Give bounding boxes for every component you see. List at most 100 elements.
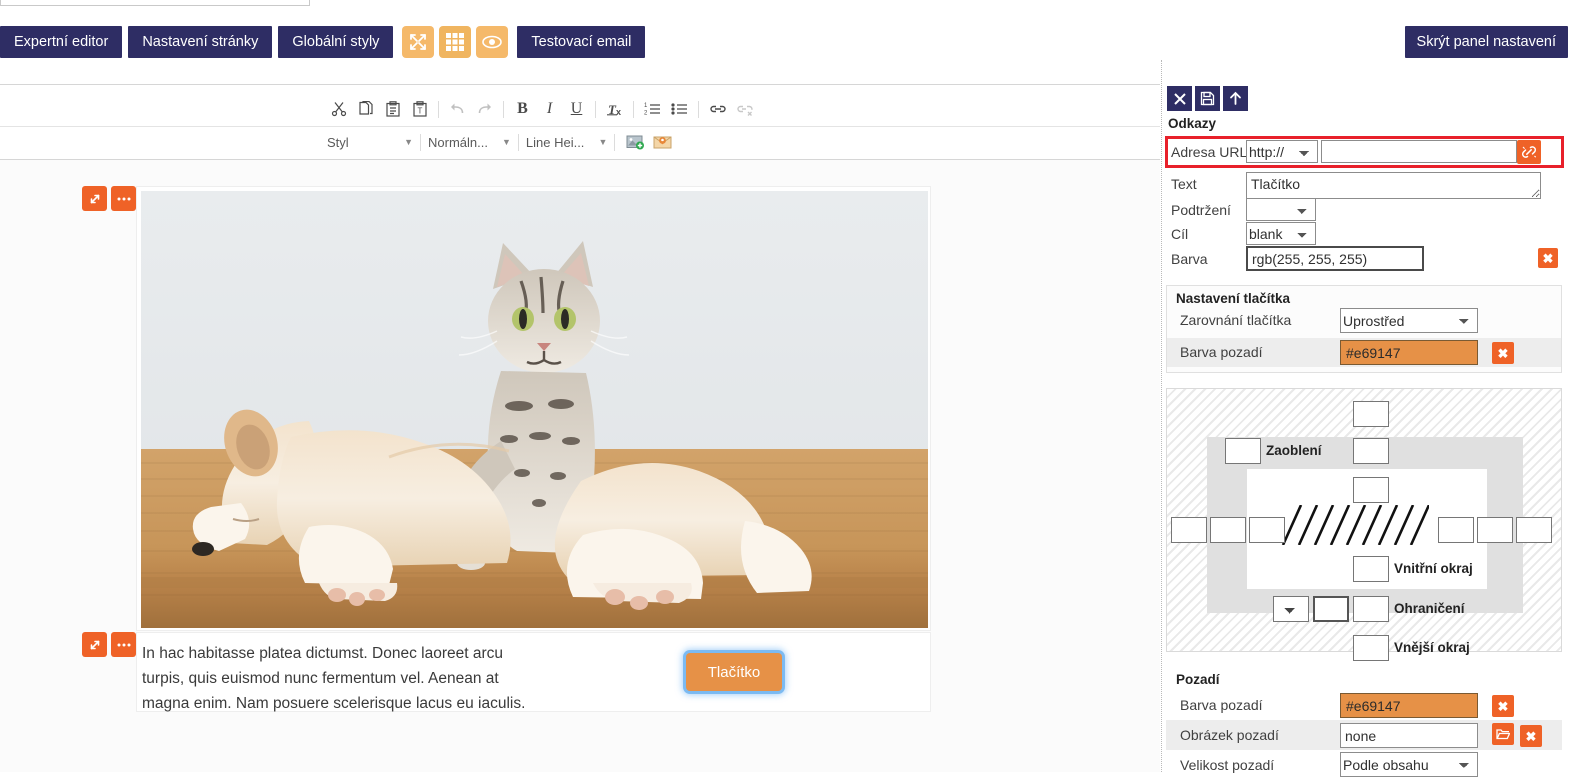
outer-margin-bottom-input[interactable] xyxy=(1353,635,1389,661)
unlink-icon[interactable] xyxy=(731,96,758,123)
italic-icon[interactable]: I xyxy=(536,96,563,123)
move-icon[interactable] xyxy=(82,632,107,657)
close-icon[interactable] xyxy=(1167,86,1192,111)
bg-color-input[interactable] xyxy=(1340,693,1478,718)
button-bg-color-input[interactable] xyxy=(1340,340,1478,365)
bulleted-list-icon[interactable] xyxy=(666,96,693,123)
header-divider xyxy=(0,84,1160,85)
expert-editor-button[interactable]: Expertní editor xyxy=(0,26,123,58)
bg-image-input[interactable] xyxy=(1340,723,1478,748)
underline-select[interactable] xyxy=(1246,198,1316,221)
toolbar-separator xyxy=(633,100,634,118)
target-label: Cíl xyxy=(1171,226,1189,242)
cut-icon[interactable] xyxy=(325,96,352,123)
url-protocol-select[interactable]: http:// xyxy=(1246,140,1318,163)
image-block-handles xyxy=(82,186,136,211)
main-toolbar: Expertní editor Nastavení stránky Globál… xyxy=(0,26,646,58)
editor-toolbar-row-2: Styl ▼ Normáln... ▼ Line Hei... ▼ xyxy=(325,128,676,156)
link-color-input[interactable] xyxy=(1246,246,1424,271)
box-model-content-hatch xyxy=(1281,505,1429,545)
link-text-textarea[interactable]: Tlačítko xyxy=(1246,172,1541,199)
bg-image-label: Obrázek pozadí xyxy=(1180,727,1279,743)
paste-text-icon[interactable]: T xyxy=(406,96,433,123)
editor-toolbar-row-1: T B I U T x 1 2 xyxy=(325,94,758,124)
fullscreen-icon[interactable] xyxy=(402,26,435,58)
rounding-label: Zaoblení xyxy=(1266,443,1322,458)
svg-text:x: x xyxy=(616,107,621,117)
bg-color-label: Barva pozadí xyxy=(1180,697,1263,713)
clear-link-color-button[interactable]: ✖ xyxy=(1538,248,1558,268)
border-width-input[interactable] xyxy=(1353,596,1389,622)
line-height-select[interactable]: Line Hei... ▼ xyxy=(524,130,609,154)
text-label: Text xyxy=(1171,176,1197,192)
kitten-puppy-photo xyxy=(141,191,928,628)
bg-size-select[interactable]: Podle obsahu xyxy=(1340,752,1478,777)
button-bg-label: Barva pozadí xyxy=(1180,344,1263,360)
insert-template-icon[interactable] xyxy=(649,129,676,156)
toolbar-separator xyxy=(438,100,439,118)
text-block-handles xyxy=(82,632,136,657)
inner-margin-bottom-input[interactable] xyxy=(1353,556,1389,582)
paste-icon[interactable] xyxy=(379,96,406,123)
folder-open-icon[interactable] xyxy=(1492,723,1514,745)
move-icon[interactable] xyxy=(82,186,107,211)
settings-panel: Odkazy Adresa URL http:// Text Tlačítko … xyxy=(1161,60,1573,777)
toolbar-separator xyxy=(595,100,596,118)
link-browse-icon[interactable] xyxy=(1517,140,1541,164)
photo-illustration xyxy=(141,191,928,628)
grid-icon[interactable] xyxy=(439,26,472,58)
more-options-icon[interactable] xyxy=(111,186,136,211)
border-right-input[interactable] xyxy=(1477,517,1513,543)
test-email-button[interactable]: Testovací email xyxy=(517,26,646,58)
target-select[interactable]: blank xyxy=(1246,222,1316,245)
border-style-select[interactable] xyxy=(1273,596,1309,622)
page-settings-button[interactable]: Nastavení stránky xyxy=(128,26,273,58)
button-align-label: Zarovnání tlačítka xyxy=(1180,312,1292,328)
link-icon[interactable] xyxy=(704,96,731,123)
border-top-input[interactable] xyxy=(1353,438,1389,464)
more-options-icon[interactable] xyxy=(111,632,136,657)
toolbar-separator xyxy=(614,133,616,151)
url-label: Adresa URL xyxy=(1171,144,1248,160)
numbered-list-icon[interactable]: 1 2 xyxy=(639,96,666,123)
chevron-down-icon: ▼ xyxy=(501,137,511,147)
underline-icon[interactable]: U xyxy=(563,96,590,123)
copy-icon[interactable] xyxy=(352,96,379,123)
chevron-down-icon: ▼ xyxy=(404,137,413,147)
image-content-block[interactable] xyxy=(136,186,931,631)
inner-margin-right-input[interactable] xyxy=(1438,517,1474,543)
toolbar-separator xyxy=(698,100,699,118)
outer-margin-top-input[interactable] xyxy=(1353,401,1389,427)
undo-icon[interactable] xyxy=(444,96,471,123)
inner-margin-left-input[interactable] xyxy=(1249,517,1285,543)
format-select[interactable]: Normáln... ▼ xyxy=(426,130,513,154)
inner-margin-top-input[interactable] xyxy=(1353,477,1389,503)
hide-settings-panel-button[interactable]: Skrýt panel nastavení xyxy=(1404,26,1568,58)
clear-bg-image-button[interactable]: ✖ xyxy=(1520,725,1542,747)
cta-button[interactable]: Tlačítko xyxy=(686,653,782,691)
style-select[interactable]: Styl ▼ xyxy=(325,130,415,154)
global-styles-button[interactable]: Globální styly xyxy=(278,26,394,58)
border-color-input[interactable] xyxy=(1313,596,1349,622)
clear-button-bg-button[interactable]: ✖ xyxy=(1492,342,1514,364)
body-paragraph: In hac habitasse platea dictumst. Donec … xyxy=(142,645,526,712)
bold-icon[interactable]: B xyxy=(509,96,536,123)
url-input[interactable] xyxy=(1321,140,1517,163)
background-section-title: Pozadí xyxy=(1176,672,1220,687)
save-icon[interactable] xyxy=(1195,86,1220,111)
outer-margin-right-input[interactable] xyxy=(1516,517,1552,543)
button-settings-title: Nastavení tlačítka xyxy=(1176,291,1291,306)
outer-margin-left-input[interactable] xyxy=(1171,517,1207,543)
redo-icon[interactable] xyxy=(471,96,498,123)
toolbar-separator xyxy=(503,100,504,118)
border-left-input[interactable] xyxy=(1210,517,1246,543)
button-align-select[interactable]: Uprostřed xyxy=(1340,308,1478,333)
remove-format-icon[interactable]: T x xyxy=(601,96,628,123)
eye-icon[interactable] xyxy=(476,26,509,58)
text-content-block[interactable]: In hac habitasse platea dictumst. Donec … xyxy=(136,632,931,712)
rounding-input[interactable] xyxy=(1225,438,1261,464)
clear-bg-color-button[interactable]: ✖ xyxy=(1492,695,1514,717)
insert-image-icon[interactable] xyxy=(622,129,649,156)
upload-icon[interactable] xyxy=(1223,86,1248,111)
border-label: Ohraničení xyxy=(1394,601,1465,616)
